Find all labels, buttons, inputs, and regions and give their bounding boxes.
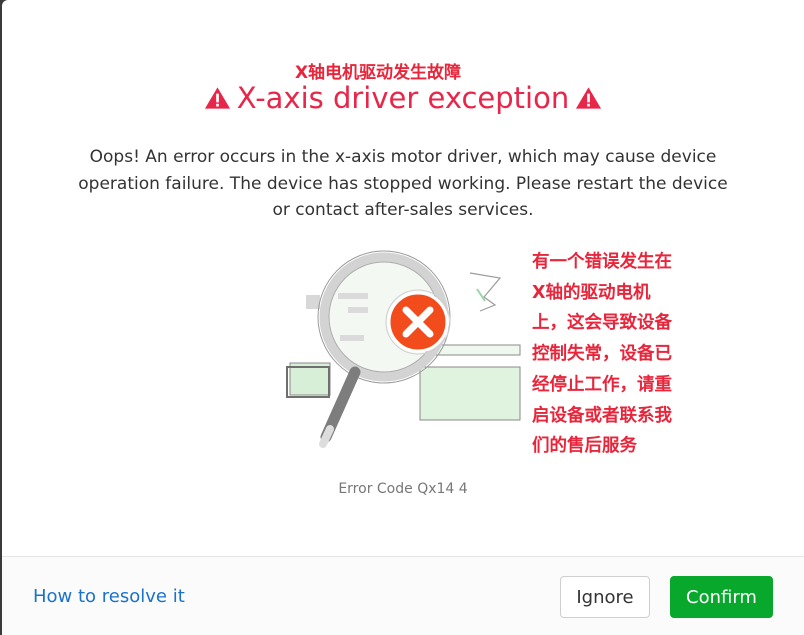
annotation-line: 上，这会导致设备 [532, 313, 672, 334]
annotation-line: 控制失常，设备已 [532, 344, 672, 365]
annotation-body-cn: 有一个错误发生在 X轴的驱动电机 上，这会导致设备 控制失常，设备已 经停止工作… [532, 247, 702, 462]
x-error-icon [385, 289, 451, 355]
dialog-title-text: X-axis driver exception [236, 81, 570, 115]
annotation-line: 启设备或者联系我 [532, 405, 672, 426]
dialog-footer: How to resolve it Ignore Confirm [2, 556, 804, 635]
annotation-line: X轴的驱动电机 [532, 282, 651, 303]
annotation-line: 们的售后服务 [532, 436, 637, 457]
warning-icon [576, 87, 602, 109]
how-to-resolve-link[interactable]: How to resolve it [33, 586, 185, 607]
annotation-line: 经停止工作，请重 [532, 374, 672, 395]
confirm-button[interactable]: Confirm [670, 576, 773, 618]
error-message: Oops! An error occurs in the x-axis moto… [78, 147, 728, 220]
annotation-line: 有一个错误发生在 [532, 252, 672, 272]
dialog-title: X-axis driver exception [2, 80, 804, 116]
magnifier-error-illustration [286, 250, 521, 448]
error-code: Error Code Qx14 4 [338, 481, 468, 497]
warning-icon [204, 87, 230, 109]
ignore-button[interactable]: Ignore [560, 576, 650, 618]
error-dialog: X轴电机驱动发生故障 X-axis driver exception Oops!… [2, 0, 804, 635]
